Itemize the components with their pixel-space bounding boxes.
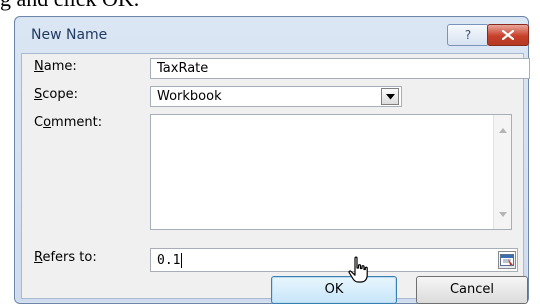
dialog-title: New Name xyxy=(31,27,108,43)
scroll-up-button[interactable] xyxy=(494,121,512,139)
comment-label: Comment: xyxy=(34,115,103,130)
scope-label: Scope: xyxy=(34,87,78,102)
scope-select[interactable]: Workbook xyxy=(150,86,402,107)
question-icon: ? xyxy=(464,28,472,42)
caption-text: g and click OK. xyxy=(0,0,139,12)
collapse-dialog-icon xyxy=(500,254,514,266)
dialog-body: Name: TaxRate Scope: Workbook Comment: R… xyxy=(21,53,530,304)
scope-dropdown-button[interactable] xyxy=(381,88,399,105)
name-input-value: TaxRate xyxy=(157,61,209,76)
comment-scrollbar[interactable] xyxy=(493,115,511,229)
scope-select-value: Workbook xyxy=(157,89,222,104)
chevron-down-icon xyxy=(385,93,395,99)
collapse-dialog-button[interactable] xyxy=(498,251,516,269)
close-button[interactable] xyxy=(487,24,529,46)
mouse-pointer-icon xyxy=(348,256,368,283)
refers-to-input[interactable]: 0.1 xyxy=(150,248,518,272)
ok-button[interactable]: OK xyxy=(271,276,397,304)
scroll-down-arrow-icon xyxy=(499,211,507,217)
refers-to-label: Refers to: xyxy=(34,250,97,265)
scroll-down-button[interactable] xyxy=(494,205,512,223)
refers-to-value: 0.1 xyxy=(157,253,181,268)
name-input[interactable]: TaxRate xyxy=(150,58,530,79)
text-caret xyxy=(181,253,183,268)
close-x-icon xyxy=(502,30,514,40)
comment-textarea[interactable] xyxy=(150,114,512,230)
new-name-dialog: New Name ? Name: TaxRate Scope: Workbook xyxy=(14,16,530,304)
cancel-button[interactable]: Cancel xyxy=(416,276,528,304)
help-button[interactable]: ? xyxy=(447,24,489,46)
dialog-titlebar[interactable]: New Name ? xyxy=(15,17,529,51)
name-label: Name: xyxy=(34,59,77,74)
scroll-up-arrow-icon xyxy=(499,127,507,133)
